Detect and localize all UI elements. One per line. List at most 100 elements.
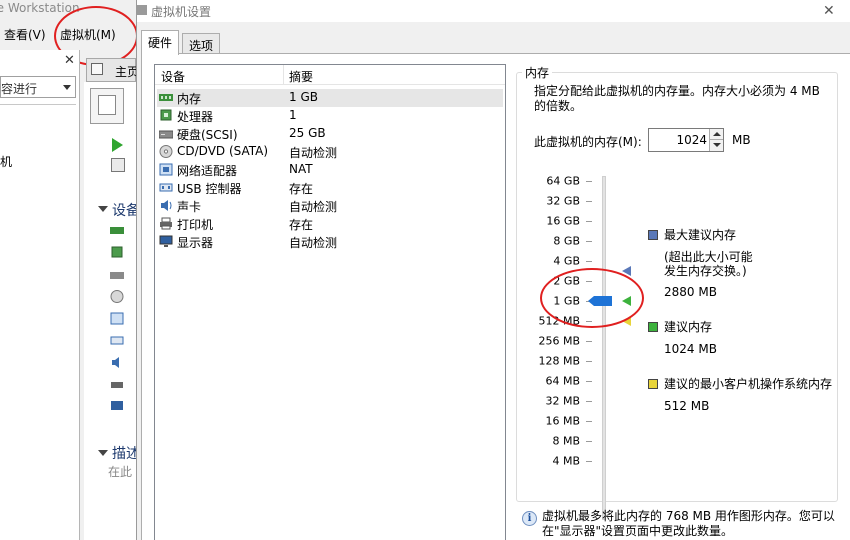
device-name: 内存	[177, 92, 202, 106]
device-row-processor[interactable]: 处理器 1	[157, 107, 503, 125]
memory-scale-label: 8 GB	[553, 234, 580, 248]
library-tree-item[interactable]: 机	[0, 153, 12, 170]
device-row-usb[interactable]: USB 控制器 存在	[157, 179, 503, 197]
memory-scale-tick	[586, 321, 592, 322]
network-icon	[159, 163, 173, 176]
tab-options[interactable]: 选项	[182, 33, 221, 54]
memory-scale-tick	[586, 261, 592, 262]
max-recommended-note-line1: (超出此大小可能	[664, 250, 753, 264]
dialog-titlebar: 虚拟机设置 ✕	[137, 0, 850, 22]
info-line2: 在"显示器"设置页面中更改此数量。	[542, 524, 734, 538]
memory-scale-label: 128 MB	[538, 354, 580, 368]
device-name: USB 控制器	[177, 182, 242, 196]
recommended-label: 建议内存	[664, 320, 713, 334]
memory-scale-tick	[586, 461, 592, 462]
memory-slider-thumb[interactable]	[588, 296, 612, 306]
dialog-title: 虚拟机设置	[151, 5, 212, 19]
collapse-arrow-icon[interactable]	[98, 206, 108, 212]
vm-icon	[90, 88, 124, 124]
memory-scale-tick	[586, 341, 592, 342]
memory-scale-label: 16 MB	[545, 414, 580, 428]
sound-icon	[112, 357, 119, 368]
memory-scale-label: 8 MB	[552, 434, 580, 448]
device-row-display[interactable]: 显示器 自动检测	[157, 233, 503, 251]
column-device[interactable]: 设备	[161, 68, 185, 85]
memory-icon	[110, 227, 124, 234]
memory-scale-label: 16 GB	[546, 214, 580, 228]
menu-vm[interactable]: 虚拟机(M)	[60, 26, 116, 43]
column-divider[interactable]	[283, 65, 284, 85]
device-row-hard-disk[interactable]: 硬盘(SCSI) 25 GB	[157, 125, 503, 143]
memory-hint-text: 指定分配给此虚拟机的内存量。内存大小必须为 4 MB 的倍数。	[534, 84, 820, 113]
min-guest-os-label: 建议的最小客户机操作系统内存	[664, 377, 833, 391]
library-close-icon[interactable]: ✕	[64, 53, 75, 68]
device-row-memory[interactable]: 内存 1 GB	[157, 89, 503, 107]
device-list: 设备 摘要 内存 1 GB 处理器 1 硬盘(SCSI) 25 GB CD/DV…	[154, 64, 506, 540]
min-guest-os-value: 512 MB	[664, 399, 710, 413]
usb-icon	[159, 183, 173, 192]
stepper-up-icon[interactable]	[709, 129, 723, 140]
hardware-tab-panel: 设备 摘要 内存 1 GB 处理器 1 硬盘(SCSI) 25 GB CD/DV…	[141, 53, 850, 540]
device-name: 显示器	[177, 236, 214, 250]
memory-scale-label: 2 GB	[553, 274, 580, 288]
device-row-sound[interactable]: 声卡 自动检测	[157, 197, 503, 215]
memory-scale-tick	[586, 201, 592, 202]
tab-hardware[interactable]: 硬件	[141, 30, 180, 55]
device-summary: 存在	[289, 218, 314, 232]
column-summary[interactable]: 摘要	[289, 68, 313, 85]
cpu-icon	[160, 109, 172, 121]
device-summary: 自动检测	[289, 146, 338, 160]
close-icon[interactable]: ✕	[823, 3, 835, 19]
memory-scale-tick	[586, 221, 592, 222]
stepper-down-icon[interactable]	[709, 140, 723, 151]
cpu-icon	[111, 246, 123, 258]
memory-scale-tick	[586, 401, 592, 402]
memory-scale-label: 256 MB	[538, 334, 580, 348]
play-icon[interactable]	[112, 138, 123, 152]
library-search-text: 容进行	[1, 82, 38, 96]
memory-scale-tick	[586, 361, 592, 362]
memory-scale-tick	[586, 421, 592, 422]
description-text: 在此	[108, 465, 133, 479]
menu-bar: 查看(V) 虚拟机(M)	[0, 22, 136, 44]
device-list-header: 设备 摘要	[155, 65, 505, 85]
device-row-printer[interactable]: 打印机 存在	[157, 215, 503, 233]
memory-scale-label: 32 GB	[546, 194, 580, 208]
menu-view[interactable]: 查看(V)	[4, 26, 46, 43]
memory-scale-tick	[586, 441, 592, 442]
recommended-marker-icon	[622, 296, 631, 306]
graphics-memory-info: 虚拟机最多将此内存的 768 MB 用作图形内存。您可以 在"显示器"设置页面中…	[542, 509, 842, 539]
memory-scale-label: 64 MB	[545, 374, 580, 388]
memory-amount-input[interactable]	[651, 131, 707, 149]
device-summary: 25 GB	[289, 126, 326, 140]
memory-amount-stepper[interactable]	[648, 128, 724, 152]
memory-scale-tick	[586, 181, 592, 182]
vm-summary-panel: 设备 描述 在此	[84, 82, 140, 540]
device-name: 声卡	[177, 200, 202, 214]
min-guest-os-marker-icon	[622, 316, 631, 326]
info-icon: i	[522, 511, 537, 526]
memory-scale-label: 4 GB	[553, 254, 580, 268]
home-icon	[91, 63, 103, 75]
device-summary: 自动检测	[289, 236, 338, 250]
max-recommended-label: 最大建议内存	[664, 228, 737, 242]
usb-icon	[110, 336, 124, 345]
recommended-value: 1024 MB	[664, 342, 717, 356]
device-row-network[interactable]: 网络适配器 NAT	[157, 161, 503, 179]
display-icon	[111, 401, 123, 410]
workstation-title: re Workstation	[0, 1, 80, 15]
memory-scale-tick	[586, 241, 592, 242]
device-row-cdrom[interactable]: CD/DVD (SATA) 自动检测	[157, 143, 503, 161]
collapse-arrow-icon[interactable]	[98, 450, 108, 456]
device-name: 打印机	[177, 218, 214, 232]
display-icon	[159, 235, 173, 247]
edit-settings-icon[interactable]	[111, 158, 125, 172]
memory-slider-track[interactable]	[602, 176, 606, 520]
max-recommended-note-line2: 发生内存交换。)	[664, 264, 747, 278]
disk-icon	[110, 272, 124, 279]
memory-scale-tick	[586, 281, 592, 282]
library-search-dropdown[interactable]: 容进行	[0, 76, 76, 98]
tab-home[interactable]: 主页	[86, 58, 139, 82]
max-recommended-value: 2880 MB	[664, 285, 717, 299]
min-guest-os-color-icon	[648, 379, 658, 389]
